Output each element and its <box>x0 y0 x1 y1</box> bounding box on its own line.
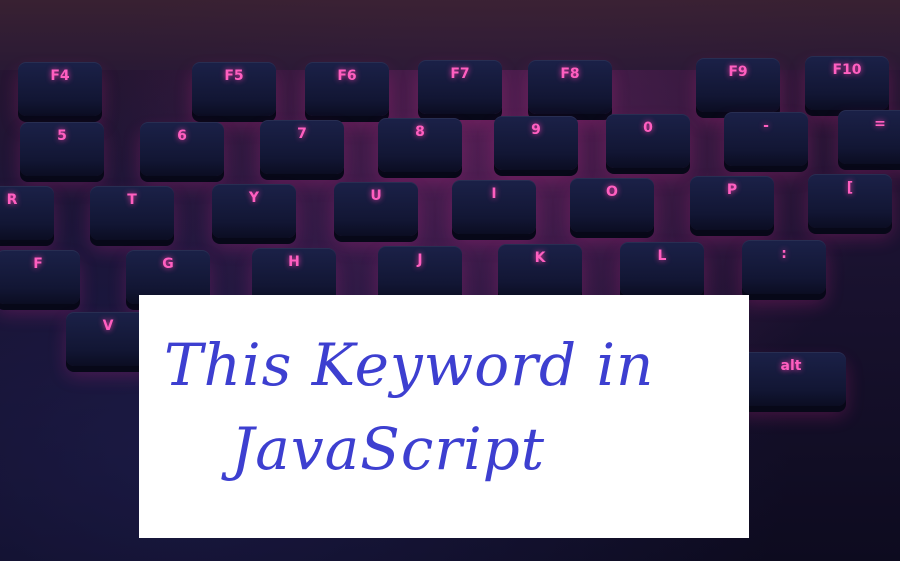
title-card: This Keyword in JavaScript <box>139 295 749 538</box>
key-f10: F10 <box>805 56 889 110</box>
key-label: K <box>534 250 546 266</box>
key-9: 9 <box>494 116 578 170</box>
key-label: F8 <box>560 66 580 82</box>
key-f7: F7 <box>418 60 502 114</box>
key-h: H <box>252 248 336 302</box>
key-alt: alt <box>736 352 846 406</box>
key-label: F6 <box>337 68 357 84</box>
key-f: F <box>0 250 80 304</box>
key-label: 8 <box>415 124 425 140</box>
key-minus: - <box>724 112 808 166</box>
key-f5: F5 <box>192 62 276 116</box>
key-label: alt <box>780 358 802 374</box>
key-label: I <box>491 186 497 202</box>
key-6: 6 <box>140 122 224 176</box>
key-k: K <box>498 244 582 298</box>
key-v: V <box>66 312 150 366</box>
key-i: I <box>452 180 536 234</box>
key-colon: : <box>742 240 826 294</box>
key-label: G <box>162 256 174 272</box>
key-label: 0 <box>643 120 653 136</box>
key-label: F7 <box>450 66 470 82</box>
key-l: L <box>620 242 704 296</box>
key-y: Y <box>212 184 296 238</box>
key-label: T <box>127 192 137 208</box>
key-f4: F4 <box>18 62 102 116</box>
key-p: P <box>690 176 774 230</box>
key-equals: = <box>838 110 900 164</box>
key-7: 7 <box>260 120 344 174</box>
key-label: = <box>874 116 886 132</box>
key-f6: F6 <box>305 62 389 116</box>
key-o: O <box>570 178 654 232</box>
key-label: J <box>417 252 423 268</box>
title-line-2: JavaScript <box>231 415 546 483</box>
key-f8: F8 <box>528 60 612 114</box>
key-label: 6 <box>177 128 187 144</box>
key-t: T <box>90 186 174 240</box>
key-8: 8 <box>378 118 462 172</box>
key-label: F4 <box>50 68 70 84</box>
background-keyboard-photo: F4 F5 F6 F7 F8 F9 F10 5 6 7 8 9 0 - = R … <box>0 0 900 561</box>
key-label: H <box>288 254 300 270</box>
key-label: O <box>606 184 618 200</box>
key-label: V <box>102 318 114 334</box>
key-label: U <box>370 188 382 204</box>
key-label: 9 <box>531 122 541 138</box>
key-f9: F9 <box>696 58 780 112</box>
key-label: P <box>726 182 738 198</box>
key-bracket: [ <box>808 174 892 228</box>
title-line-1: This Keyword in <box>164 331 655 399</box>
key-5: 5 <box>20 122 104 176</box>
key-u: U <box>334 182 418 236</box>
key-j: J <box>378 246 462 300</box>
key-label: 5 <box>57 128 67 144</box>
key-label: R <box>6 192 18 208</box>
key-label: - <box>763 118 769 134</box>
key-label: F <box>33 256 43 272</box>
key-0: 0 <box>606 114 690 168</box>
key-label: F9 <box>728 64 748 80</box>
key-label: L <box>657 248 667 264</box>
key-label: F10 <box>832 62 862 78</box>
key-label: [ <box>846 180 854 196</box>
key-r: R <box>0 186 54 240</box>
key-label: F5 <box>224 68 244 84</box>
key-label: Y <box>248 190 260 206</box>
key-label: 7 <box>297 126 307 142</box>
key-label: : <box>781 246 787 262</box>
